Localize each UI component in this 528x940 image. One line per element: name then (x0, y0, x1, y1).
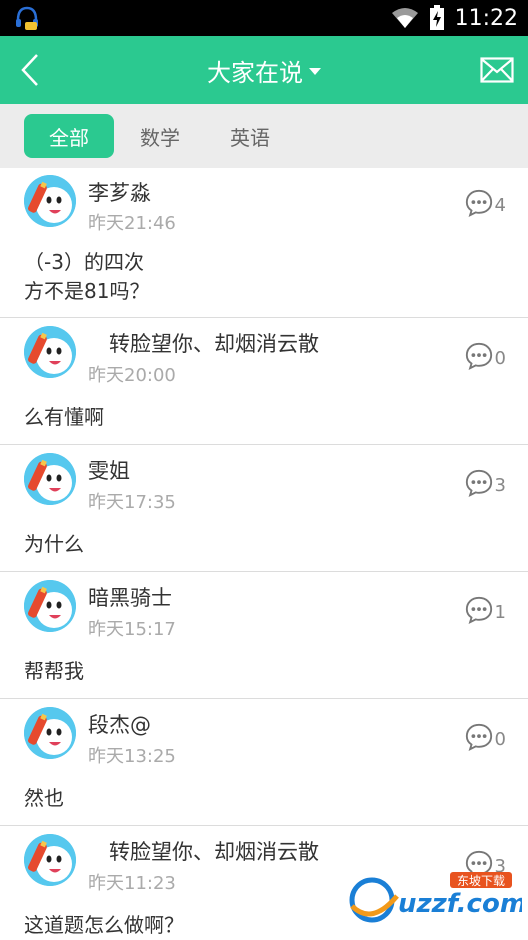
post-list: 李芗淼 昨天21:46 4 （-3）的四次 方不是81吗？ 转脸望你、却烟消云散 昨天2… (0, 168, 528, 940)
post-username[interactable]: 李芗淼 (88, 177, 151, 207)
avatar[interactable] (24, 326, 76, 378)
avatar[interactable] (24, 175, 76, 227)
comment-count: 0 (494, 728, 506, 750)
mail-icon (480, 57, 514, 83)
headset-notification-icon (16, 6, 38, 30)
comment-bubble-icon (464, 188, 494, 222)
post-username[interactable]: 暗黑骑士 (88, 582, 172, 612)
watermark-text: uzzf.com (398, 889, 522, 919)
comment-bubble-icon (464, 722, 494, 756)
wifi-icon (391, 8, 418, 28)
tab-math[interactable]: 数学 (118, 114, 202, 158)
avatar[interactable] (24, 707, 76, 759)
comment-bubble-icon (464, 595, 494, 629)
caret-down-icon (309, 67, 321, 75)
tab-bar: 全部 数学 英语 (0, 104, 528, 168)
title-dropdown[interactable]: 大家在说 (0, 36, 528, 104)
uzzf-watermark-logo: 东坡下载 uzzf.com (349, 872, 522, 923)
comment-button[interactable]: 4 (464, 188, 506, 222)
status-time: 11:22 (454, 5, 518, 31)
post-content: 然也 (24, 784, 64, 813)
post-content: 么有懂啊 (24, 403, 104, 432)
post-content: 帮帮我 (24, 657, 84, 686)
list-item[interactable]: 转脸望你、却烟消云散昨天20:00 0 么有懂啊 (0, 318, 528, 445)
post-content: （-3）的四次 方不是81吗？ (24, 248, 149, 306)
post-time: 昨天15:17 (88, 619, 176, 640)
post-username[interactable]: 转脸望你、却烟消云散 (88, 836, 319, 866)
post-content-line: 这道题怎么做啊？ (24, 913, 184, 937)
post-content-line: 么有懂啊 (24, 405, 104, 429)
avatar[interactable] (24, 580, 76, 632)
avatar[interactable] (24, 453, 76, 505)
mail-button[interactable] (480, 53, 514, 87)
comment-button[interactable]: 1 (464, 595, 506, 629)
page-title: 大家在说 (207, 58, 303, 87)
comment-count: 4 (494, 194, 506, 216)
post-content-line: （-3）的四次 (24, 250, 144, 274)
post-content-line: 方不是81吗？ (24, 279, 150, 303)
post-time: 昨天13:25 (88, 746, 176, 767)
watermark-sub: 东坡下载 (457, 874, 505, 888)
comment-button[interactable]: 3 (464, 468, 506, 502)
comment-button[interactable]: 0 (464, 722, 506, 756)
comment-count: 3 (494, 474, 506, 496)
list-item[interactable]: 雯姐昨天17:35 3 为什么 (0, 445, 528, 572)
post-username[interactable]: 段杰@ (88, 709, 151, 739)
post-content-line: 然也 (24, 786, 64, 810)
post-content-line: 帮帮我 (24, 659, 84, 683)
post-time: 昨天11:23 (88, 873, 176, 894)
app-bar: 大家在说 (0, 36, 528, 104)
post-time: 昨天17:35 (88, 492, 176, 513)
battery-icon (429, 5, 444, 30)
comment-button[interactable]: 0 (464, 341, 506, 375)
post-content: 为什么 (24, 530, 84, 559)
list-item[interactable]: 段杰@ 昨天13:25 0 然也 (0, 699, 528, 826)
post-username[interactable]: 转脸望你、却烟消云散 (88, 328, 319, 358)
avatar[interactable] (24, 834, 76, 886)
tab-all[interactable]: 全部 (24, 114, 114, 158)
comment-bubble-icon (464, 341, 494, 375)
post-username[interactable]: 雯姐 (88, 455, 130, 485)
comment-count: 0 (494, 347, 506, 369)
status-icons: 11:22 (391, 0, 518, 36)
comment-bubble-icon (464, 468, 494, 502)
post-content-line: 为什么 (24, 532, 84, 556)
status-bar: 11:22 (0, 0, 528, 36)
tab-english[interactable]: 英语 (208, 114, 292, 158)
list-item[interactable]: 李芗淼昨天21:46 4 （-3）的四次 方不是81吗？ (0, 168, 528, 318)
post-content: 这道题怎么做啊？ (24, 911, 184, 940)
list-item[interactable]: 暗黑骑士昨天15:17 1 帮帮我 (0, 572, 528, 699)
post-time: 昨天21:46 (88, 213, 176, 234)
comment-count: 1 (494, 601, 506, 623)
post-time: 昨天20:00 (88, 365, 176, 386)
